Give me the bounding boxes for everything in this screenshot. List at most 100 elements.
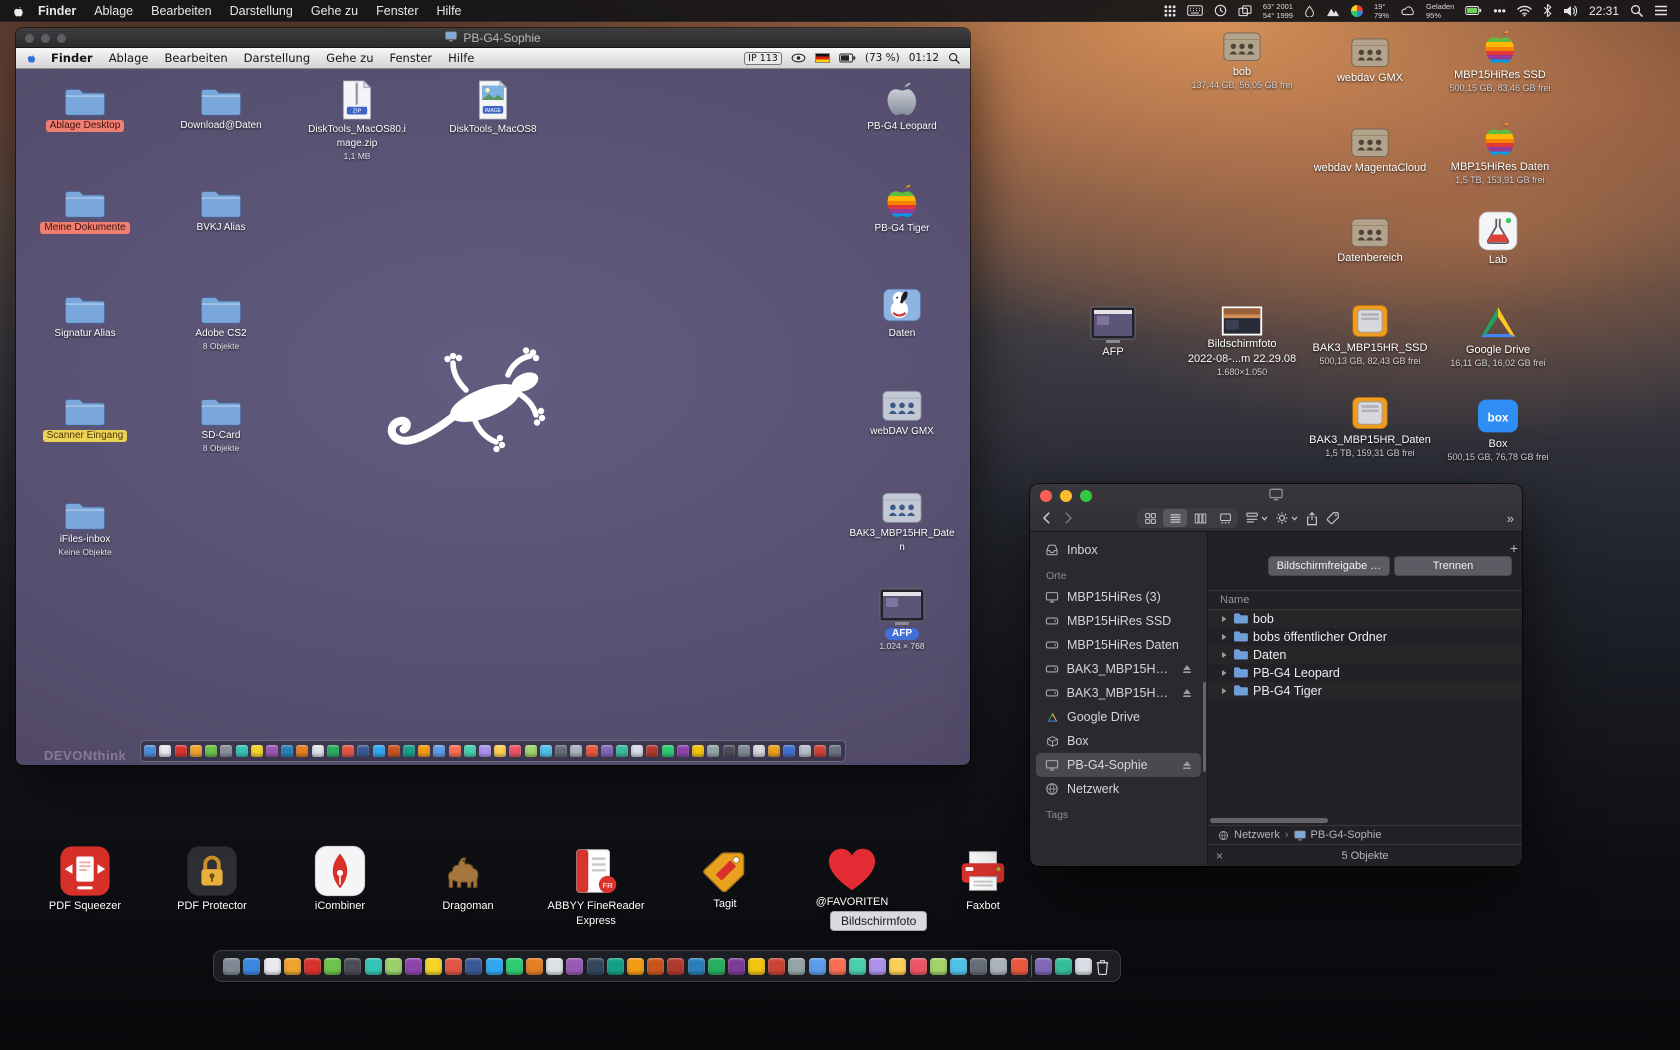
dock-app-icon[interactable]	[727, 957, 745, 975]
dock-app-icon[interactable]	[586, 957, 604, 975]
window-controls-inactive[interactable]	[25, 34, 66, 43]
dock-app-icon[interactable]	[661, 745, 674, 757]
group-button[interactable]	[1245, 511, 1268, 525]
desktop-icon-pdf-protector[interactable]: PDF Protector	[144, 844, 280, 913]
desktop-icon-tagit[interactable]: Tagit	[657, 844, 793, 911]
desktop-icon-icombiner[interactable]: iCombiner	[272, 844, 408, 913]
desktop-icon-daten-volume[interactable]: Daten	[842, 284, 962, 340]
dock-app-icon[interactable]	[235, 745, 248, 757]
menu-ablage[interactable]: Ablage	[85, 4, 142, 18]
german-flag-icon[interactable]	[814, 53, 830, 63]
window-manager-icon[interactable]	[1238, 4, 1252, 17]
dock-app-icon[interactable]	[465, 957, 483, 975]
dock-app-icon[interactable]	[570, 745, 583, 757]
dock-app-icon[interactable]	[220, 745, 233, 757]
dock-app-icon[interactable]	[418, 745, 431, 757]
sidebar-item-google-drive[interactable]: Google Drive	[1036, 705, 1201, 729]
desktop-icon-bak3-mbp15hr-daten-host[interactable]: BAK3_MBP15HR_Daten 1,5 TB, 159,31 GB frei	[1306, 394, 1434, 458]
sidebar-item-mbp15hires-daten[interactable]: MBP15HiRes Daten	[1036, 633, 1201, 657]
desktop-icon-favoriten[interactable]: @FAVORITEN	[784, 844, 920, 909]
dock-app-icon[interactable]	[566, 957, 584, 975]
menubar-clock[interactable]: 22:31	[1589, 4, 1619, 18]
menu-gehe-zu[interactable]: Gehe zu	[302, 4, 367, 18]
dock-app-icon[interactable]	[909, 957, 927, 975]
menu-hilfe[interactable]: Hilfe	[440, 51, 482, 65]
apple-menu-icon[interactable]	[12, 4, 29, 18]
clock-app-icon[interactable]	[1214, 4, 1227, 17]
desktop-icon-webdav-gmx[interactable]: webDAV GMX	[842, 384, 962, 438]
desktop-icon-signatur-alias[interactable]: Signatur Alias	[25, 292, 145, 340]
desktop-icon-mbp15hires-ssd[interactable]: MBP15HiRes SSD 500,15 GB, 83,46 GB frei	[1436, 22, 1564, 93]
desktop-icon-pdf-squeezer[interactable]: PDF Squeezer	[17, 844, 153, 913]
dock-app-icon[interactable]	[505, 957, 523, 975]
dock-app-icon[interactable]	[372, 745, 385, 757]
dock-app-icon[interactable]	[687, 957, 705, 975]
dock-app-icon[interactable]	[676, 745, 689, 757]
dock-app-icon[interactable]	[509, 745, 522, 757]
view-list-button[interactable]	[1163, 509, 1187, 527]
overflow-dots[interactable]: •••	[1493, 4, 1506, 18]
dock-app-icon[interactable]	[283, 957, 301, 975]
menu-darstellung[interactable]: Darstellung	[236, 51, 318, 65]
view-icons-button[interactable]	[1138, 509, 1162, 527]
dock-app-icon[interactable]	[223, 957, 241, 975]
sidebar-item-pb-g4-sophie[interactable]: PB-G4-Sophie	[1036, 753, 1201, 777]
humidity-icon[interactable]	[1304, 4, 1315, 17]
dock-app-icon[interactable]	[425, 957, 443, 975]
dock-app-icon[interactable]	[990, 957, 1008, 975]
dock-app-icon[interactable]	[1055, 957, 1073, 975]
eject-button[interactable]	[1181, 663, 1193, 675]
bluetooth-icon[interactable]	[1543, 4, 1552, 17]
back-button[interactable]	[1040, 511, 1054, 525]
dock-app-icon[interactable]	[205, 745, 218, 757]
wifi-icon[interactable]	[1517, 5, 1532, 17]
volume-icon[interactable]	[1563, 5, 1578, 17]
desktop-icon-afp[interactable]: AFP 1.024 × 768	[842, 588, 962, 651]
cloud-sync-icon[interactable]	[1400, 5, 1415, 16]
eject-button[interactable]	[1181, 759, 1193, 771]
dock-app-icon[interactable]	[144, 745, 157, 757]
desktop-icon-webdav-gmx-host[interactable]: webdav GMX	[1306, 32, 1434, 85]
view-gallery-button[interactable]	[1213, 509, 1237, 527]
dock-app-icon[interactable]	[342, 745, 355, 757]
desktop-icon-download-daten[interactable]: Download@Daten	[161, 84, 281, 132]
dock-app-icon[interactable]	[707, 957, 725, 975]
desktop-icon-bildschirmfoto[interactable]: Bildschirmfoto 2022-08-...m 22.29.08 1.680…	[1178, 306, 1306, 377]
dock-app-icon[interactable]	[631, 745, 644, 757]
desktop-icon-abbyy-finereader[interactable]: FR ABBYY FineReader Express	[528, 844, 664, 928]
desktop-icon-bob[interactable]: bob 137,44 GB, 56,05 GB frei	[1178, 26, 1306, 90]
dock-app-icon[interactable]	[808, 957, 826, 975]
dock-app-icon[interactable]	[546, 957, 564, 975]
sidebar-item-netzwerk[interactable]: Netzwerk	[1036, 777, 1201, 801]
dock-app-icon[interactable]	[159, 745, 172, 757]
file-row-daten[interactable]: Daten	[1208, 646, 1522, 664]
dock-app-icon[interactable]	[647, 957, 665, 975]
dock-app-icon[interactable]	[788, 957, 806, 975]
file-row-pb-g4-leopard[interactable]: PB-G4 Leopard	[1208, 664, 1522, 682]
dock-app-icon[interactable]	[722, 745, 735, 757]
desktop-icon-afp-host[interactable]: AFP	[1049, 306, 1177, 359]
file-row-bobs-ffentlicher-ordner[interactable]: bobs öffentlicher Ordner	[1208, 628, 1522, 646]
desktop-icon-datenbereich[interactable]: Datenbereich	[1306, 212, 1434, 265]
dock-app-icon[interactable]	[265, 745, 278, 757]
dock-app-icon[interactable]	[606, 957, 624, 975]
desktop-icon-bak3-mbp15hr-ssd[interactable]: BAK3_MBP15HR_SSD 500,13 GB, 82,43 GB frei	[1306, 302, 1434, 366]
dock-app-icon[interactable]	[384, 957, 402, 975]
forward-button[interactable]	[1061, 511, 1075, 525]
disclosure-triangle-icon[interactable]	[1220, 612, 1228, 626]
desktop-icon-google-drive[interactable]: Google Drive 16,11 GB, 16,02 GB frei	[1434, 304, 1562, 368]
mountain-icon[interactable]	[1326, 5, 1340, 17]
pinwheel-icon[interactable]	[1350, 4, 1363, 17]
menu-bearbeiten[interactable]: Bearbeiten	[142, 4, 220, 18]
trash-icon[interactable]	[1095, 958, 1110, 975]
remote-apple-menu-icon[interactable]	[16, 52, 43, 64]
dock-app-icon[interactable]	[555, 745, 568, 757]
file-row-bob[interactable]: bob	[1208, 610, 1522, 628]
dock-app-icon[interactable]	[479, 745, 492, 757]
menu-finder[interactable]: Finder	[43, 51, 101, 65]
finder-titlebar[interactable]: »	[1030, 484, 1522, 532]
dock-app-icon[interactable]	[263, 957, 281, 975]
dock-app-icon[interactable]	[189, 745, 202, 757]
desktop-icon-dragoman[interactable]: Dragoman	[400, 844, 536, 913]
dock-app-icon[interactable]	[813, 745, 826, 757]
